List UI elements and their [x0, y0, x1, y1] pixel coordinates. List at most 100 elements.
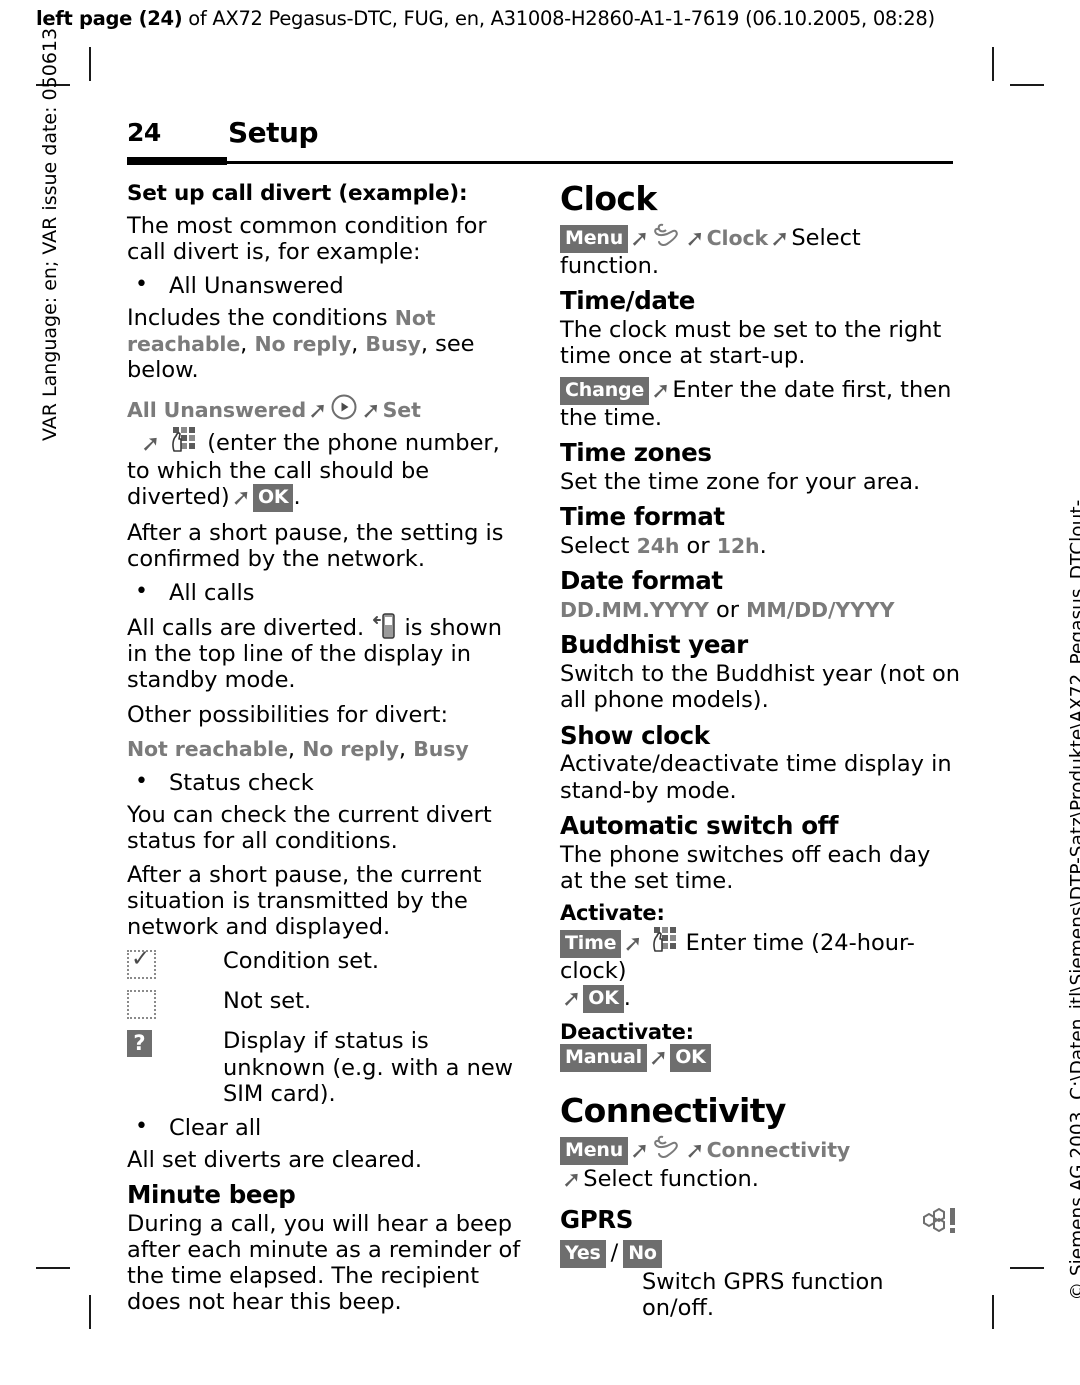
softkey-menu-connectivity[interactable]: Menu	[560, 1137, 629, 1165]
heading-date-format: Date format	[560, 566, 723, 596]
heading-automatic-switch-off: Automatic switch off	[560, 810, 839, 840]
arrow-right-icon-10: ➚	[562, 985, 582, 1012]
heading-connectivity: Connectivity	[560, 1091, 786, 1131]
ui-term-no-reply-2: No reply	[302, 736, 399, 761]
ui-term-busy: Busy	[365, 332, 421, 357]
status-label-3: Display if status is unknown (e.g. with …	[223, 1028, 514, 1107]
keypad-entry-icon	[162, 425, 207, 455]
call-divert-phone-icon	[371, 612, 397, 640]
arrow-right-icon-9: ➚	[623, 930, 643, 957]
status-icon-cell-3: ?	[127, 1028, 223, 1058]
navigation-path-activate: Time ➚ Enter time (24-hour-clock)	[560, 925, 960, 984]
heading-time-format: Time format	[560, 502, 725, 532]
arrow-right-icon-12: ➚	[630, 1138, 650, 1164]
side-note-left: VAR Language: en; VAR issue date: 050613	[39, 27, 61, 441]
all-calls-text-a: All calls are diverted.	[127, 615, 372, 642]
arrow-right-icon-14: ➚	[562, 1167, 582, 1193]
side-note-right: © Siemens AG 2003, C:\Daten_itl\Siemens\…	[1067, 499, 1080, 1301]
crop-mark-bottom-right-horizontal	[1010, 1267, 1044, 1269]
crop-mark-top-left-vertical	[89, 47, 91, 81]
navigation-path-divert: All Unanswered➚ ➚Set	[127, 392, 527, 425]
running-header: left page (24) of AX72 Pegasus-DTC, FUG,…	[36, 7, 935, 30]
paragraph-divert-conditions: Not reachable, No reply, Busy	[127, 736, 527, 762]
crop-mark-bottom-left-vertical	[89, 1295, 91, 1329]
paragraph-buddhist-year: Switch to the Buddhist year (not on all …	[560, 661, 960, 714]
status-row-unknown: ? Display if status is unknown (e.g. wit…	[127, 1028, 527, 1107]
paragraph-date-format: DD.MM.YYYY or MM/DD/YYYY	[560, 597, 960, 623]
ui-term-ddmmyyyy: DD.MM.YYYY	[560, 598, 709, 623]
ui-term-mmddyyyy: MM/DD/YYYY	[746, 598, 895, 623]
paragraph-common-condition: The most common condition for call diver…	[127, 212, 487, 266]
subheading-activate: Activate:	[560, 900, 665, 925]
includes-sep-1: ,	[240, 331, 255, 358]
header-rule-thick	[127, 157, 227, 165]
crop-mark-top-right-vertical	[992, 47, 994, 81]
arrow-right-icon-6: ➚	[685, 225, 705, 252]
period-2: .	[623, 984, 631, 1011]
paragraph-gprs-switch: Switch GPRS function on/off.	[642, 1268, 884, 1321]
nav-key-right-icon	[329, 392, 359, 422]
time-format-text-c: .	[759, 533, 767, 560]
arrow-right-icon-3: ➚	[141, 431, 161, 458]
paragraph-diverts-cleared: All set diverts are cleared.	[127, 1146, 423, 1173]
ui-term-busy-2: Busy	[413, 736, 469, 761]
check-glyph: ✓	[131, 946, 151, 973]
crop-mark-bottom-right-vertical	[992, 1295, 994, 1329]
softkey-manual[interactable]: Manual	[560, 1044, 647, 1073]
running-header-page-label: left page (24)	[36, 7, 183, 30]
paragraph-confirmed-by-network: After a short pause, the setting is conf…	[127, 519, 504, 573]
softkey-ok-deactivate[interactable]: OK	[670, 1044, 711, 1073]
heading-time-date: Time/date	[560, 286, 696, 316]
paragraph-other-possibilities: Other possibilities for divert:	[127, 701, 449, 728]
softkey-menu[interactable]: Menu	[560, 224, 629, 253]
heading-buddhist-year: Buddhist year	[560, 630, 748, 660]
softkey-ok[interactable]: OK	[252, 483, 294, 512]
list-item-all-calls: All calls	[127, 579, 527, 606]
paragraph-current-situation: After a short pause, the current situati…	[127, 861, 482, 941]
softkey-ok-activate[interactable]: OK	[583, 984, 624, 1013]
status-label-2: Not set.	[223, 988, 312, 1015]
ui-term-clock: Clock	[706, 225, 769, 250]
heading-show-clock: Show clock	[560, 720, 710, 750]
divert-sep-1: ,	[287, 735, 303, 762]
status-icon-cell-2	[127, 988, 223, 1025]
navigation-path-connectivity: Menu ➚ ➚Connectivity	[560, 1132, 960, 1165]
paragraph-includes-conditions: Includes the conditions Not reachable, N…	[127, 305, 527, 383]
subheading-deactivate: Deactivate:	[560, 1019, 694, 1044]
gprs-separator: /	[610, 1239, 619, 1266]
section-lead-call-divert: Set up call divert (example):	[127, 181, 468, 206]
arrow-right-icon-11: ➚	[648, 1045, 669, 1072]
heading-clock: Clock	[560, 179, 657, 218]
arrow-right-icon: ➚	[308, 397, 328, 424]
softkey-yes[interactable]: Yes	[560, 1239, 606, 1268]
date-format-sep: or	[708, 597, 747, 624]
paragraph-time-zones: Set the time zone for your area.	[560, 469, 921, 496]
period-1: .	[293, 483, 301, 510]
paragraph-show-clock: Activate/deactivate time display in stan…	[560, 751, 952, 804]
navigation-path-activate-ok: ➚ OK.	[560, 984, 960, 1013]
arrow-right-icon-8: ➚	[651, 378, 671, 405]
setup-hand-tool-icon-2	[651, 1132, 683, 1162]
navigation-path-change-date: Change ➚Enter the date first, then the ti…	[560, 377, 960, 431]
connectivity-select-function-text: Select function.	[583, 1166, 759, 1192]
softkey-time[interactable]: Time	[560, 929, 622, 958]
status-row-condition-set: ✓ Condition set.	[127, 946, 527, 985]
ui-term-set: Set	[382, 397, 421, 422]
navigation-path-connectivity-select: ➚Select function.	[560, 1166, 960, 1194]
right-column: Clock Menu ➚ ➚Clock➚Select function. Time/…	[560, 179, 960, 1329]
list-item-clear-all: Clear all	[127, 1114, 527, 1141]
ui-term-no-reply: No reply	[254, 332, 352, 357]
paragraph-automatic-switch-off: The phone switches off each day at the s…	[560, 841, 931, 894]
ui-term-not-reachable-2: Not reachable	[127, 736, 288, 761]
softkey-change[interactable]: Change	[560, 377, 650, 406]
ui-term-all-unanswered: All Unanswered	[127, 397, 307, 422]
list-item-status-check: Status check	[127, 769, 527, 796]
softkey-no[interactable]: No	[623, 1239, 662, 1268]
status-row-not-set: Not set.	[127, 988, 527, 1025]
crop-mark-bottom-left-horizontal	[36, 1267, 70, 1269]
time-format-text-a: Select	[560, 533, 637, 560]
bullet-label-status-check: Status check	[169, 769, 314, 796]
page-number: 24	[127, 118, 161, 147]
ui-term-24h: 24h	[636, 534, 680, 559]
chapter-title: Setup	[228, 116, 319, 149]
